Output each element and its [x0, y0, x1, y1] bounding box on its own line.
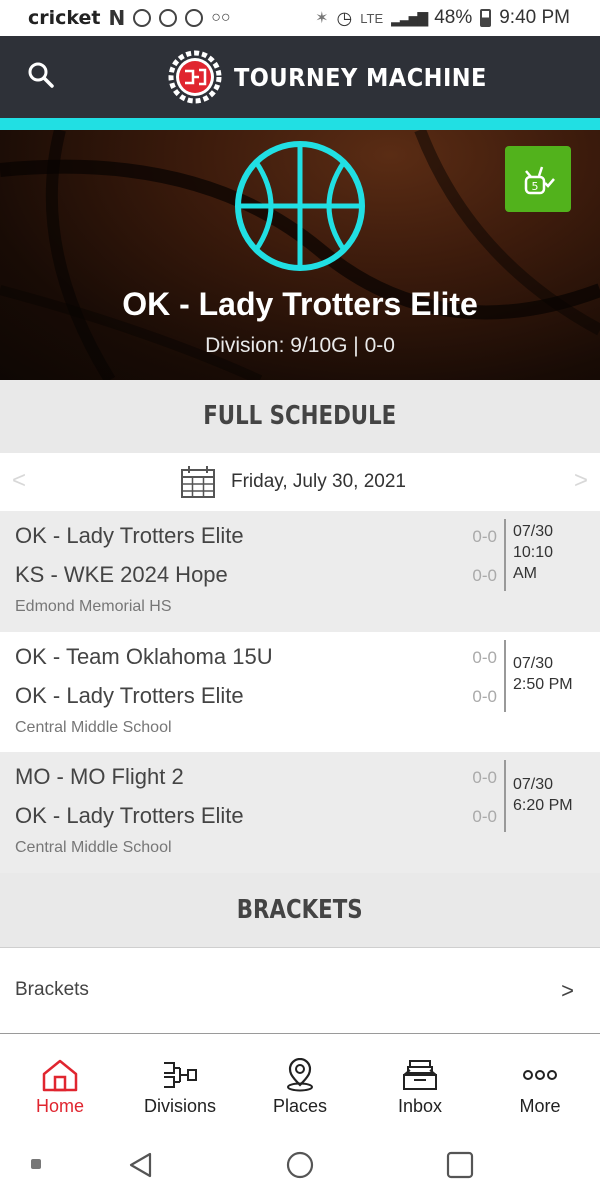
away-team: OK - Lady Trotters Elite — [15, 803, 244, 828]
calendar-icon — [181, 466, 215, 498]
game-row[interactable]: MO - MO Flight 2 0-0 OK - Lady Trotters … — [0, 752, 600, 873]
home-score: 0-0 — [472, 768, 497, 787]
brackets-section-header: BRACKETS — [0, 873, 600, 948]
home-team: OK - Team Oklahoma 15U — [15, 644, 273, 669]
tab-more[interactable]: More — [480, 1050, 600, 1130]
follow-check-icon: 5 — [524, 166, 555, 195]
game-datetime: 07/30 6:20 PM — [513, 776, 573, 814]
home-icon — [42, 1059, 78, 1092]
gear-logo-icon — [168, 50, 222, 104]
network-type: LTE — [360, 10, 384, 26]
previous-day-button[interactable]: < — [12, 467, 26, 495]
team-name: OK - Lady Trotters Elite — [122, 286, 478, 322]
signal-icon: ▂▃▅▇ — [391, 9, 428, 26]
divider — [504, 640, 506, 712]
tab-divisions[interactable]: Divisions — [120, 1050, 240, 1130]
tab-label: Places — [272, 1096, 328, 1116]
game-row[interactable]: OK - Lady Trotters Elite 0-0 KS - WKE 20… — [0, 511, 600, 632]
more-icon — [523, 1070, 557, 1080]
search-button[interactable] — [24, 58, 60, 94]
game-datetime: 07/30 2:50 PM — [513, 655, 573, 693]
game-row[interactable]: OK - Team Oklahoma 15U 0-0 OK - Lady Tro… — [0, 632, 600, 753]
divider — [504, 519, 506, 591]
app-title: TOURNEY MACHINE — [234, 62, 487, 92]
inbox-icon — [403, 1060, 437, 1090]
basketball-icon — [235, 141, 365, 271]
back-icon[interactable] — [126, 1150, 156, 1180]
bluetooth-icon: ✶ — [315, 10, 329, 27]
away-team: KS - WKE 2024 Hope — [15, 562, 228, 587]
tab-label: More — [519, 1096, 561, 1116]
map-pin-icon — [287, 1058, 313, 1092]
battery-percent: 48% — [434, 7, 473, 28]
nfc-icon: N — [108, 6, 126, 30]
brackets-row[interactable]: Brackets > — [0, 948, 600, 1034]
tab-home[interactable]: Home — [0, 1050, 120, 1130]
app-logo: TOURNEY MACHINE — [166, 48, 515, 106]
tab-places[interactable]: Places — [240, 1050, 360, 1130]
alarm-icon: ◷ — [336, 7, 353, 28]
accent-stripe — [0, 118, 600, 130]
search-icon — [28, 62, 54, 88]
game-datetime: 07/30 10:10 AM — [513, 523, 554, 582]
home-circle-icon[interactable] — [285, 1150, 315, 1180]
home-team: MO - MO Flight 2 — [15, 764, 184, 789]
divider — [504, 760, 506, 832]
away-team: OK - Lady Trotters Elite — [15, 683, 244, 708]
overview-square-icon[interactable] — [445, 1150, 475, 1180]
battery-icon — [480, 9, 492, 27]
follow-team-button[interactable]: 5 — [505, 146, 571, 212]
recents-dot-icon[interactable] — [30, 1158, 42, 1170]
bracket-icon — [164, 1062, 197, 1088]
team-division-record: Division: 9/10G | 0-0 — [205, 334, 395, 357]
chrome-notification-icon — [185, 9, 204, 27]
tab-inbox[interactable]: Inbox — [360, 1050, 480, 1130]
chevron-right-icon: > — [561, 978, 574, 1003]
home-score: 0-0 — [472, 648, 497, 667]
app-header: TOURNEY MACHINE — [0, 36, 600, 118]
game-venue: Central Middle School — [15, 719, 172, 736]
away-score: 0-0 — [472, 687, 497, 706]
date-selector: < Friday, July 30, 2021 > — [0, 453, 600, 511]
away-score: 0-0 — [472, 807, 497, 826]
away-score: 0-0 — [472, 566, 497, 585]
next-day-button[interactable]: > — [574, 467, 588, 495]
tab-label: Home — [35, 1096, 84, 1116]
system-nav-bar — [0, 1130, 600, 1200]
game-venue: Edmond Memorial HS — [15, 598, 172, 615]
game-venue: Central Middle School — [15, 839, 172, 856]
tab-label: Inbox — [397, 1096, 443, 1116]
clock: 9:40 PM — [499, 7, 570, 28]
home-score: 0-0 — [472, 527, 497, 546]
status-bar: cricket N ○○ ✶ ◷ LTE ▂▃▅▇ 48% 9:40 PM — [0, 0, 600, 36]
chrome-notification-icon — [133, 9, 152, 27]
voicemail-icon: ○○ — [211, 9, 231, 26]
home-team: OK - Lady Trotters Elite — [15, 523, 244, 548]
team-hero: 5 OK - Lady Trotters Elite Division: 9/1… — [0, 130, 600, 380]
tab-label: Divisions — [143, 1096, 217, 1116]
svg-text:5: 5 — [532, 180, 539, 193]
schedule-section-header: FULL SCHEDULE — [0, 380, 600, 453]
chrome-notification-icon — [159, 9, 178, 27]
bottom-nav: Home Divisions Places Inbox More — [0, 1050, 600, 1130]
carrier-name: cricket — [28, 7, 101, 29]
schedule-date[interactable]: Friday, July 30, 2021 — [231, 471, 406, 493]
brackets-label: Brackets — [15, 979, 89, 1000]
